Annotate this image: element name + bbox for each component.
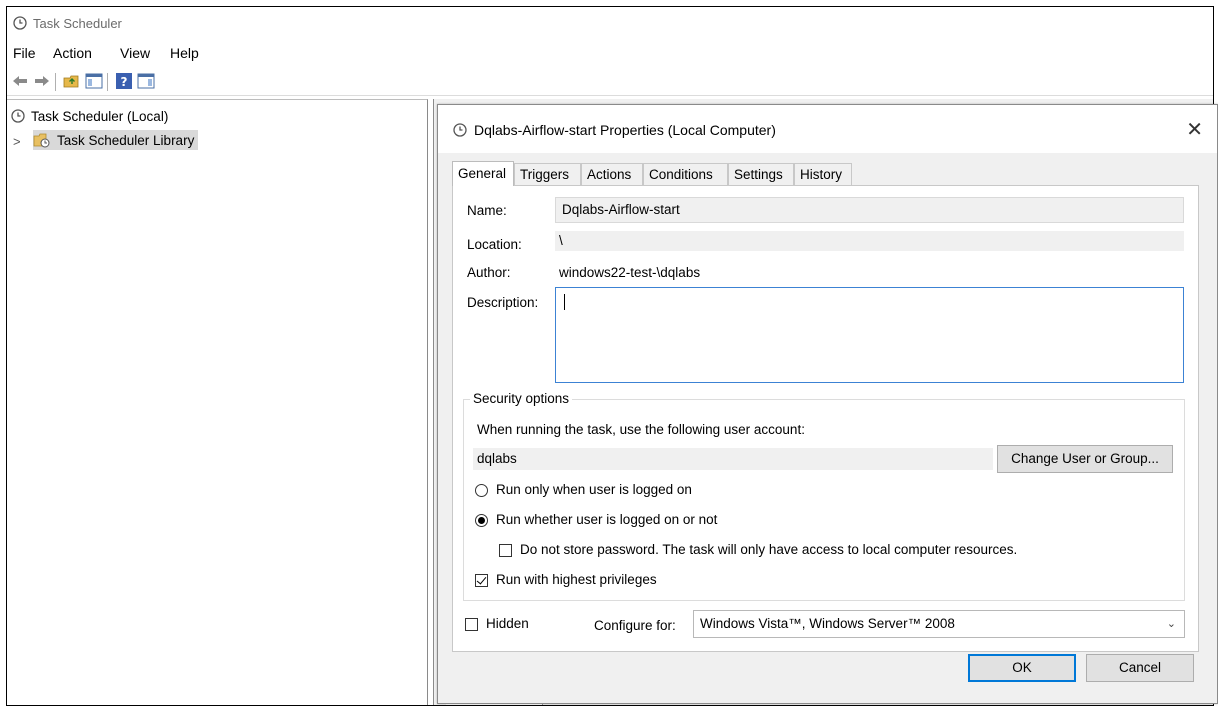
menu-file[interactable]: File bbox=[13, 45, 36, 61]
menu-help[interactable]: Help bbox=[170, 45, 199, 61]
back-arrow-icon[interactable] bbox=[11, 72, 29, 90]
dialog-title: Dqlabs-Airflow-start Properties (Local C… bbox=[474, 122, 776, 138]
chevron-down-icon: ⌄ bbox=[1166, 618, 1176, 630]
location-label: Location: bbox=[467, 237, 522, 252]
folder-clock-icon bbox=[33, 133, 50, 148]
highest-privileges-label[interactable]: Run with highest privileges bbox=[496, 572, 657, 587]
title-bar: Task Scheduler bbox=[7, 7, 1213, 39]
name-label: Name: bbox=[467, 203, 507, 218]
description-input[interactable] bbox=[555, 287, 1184, 383]
expand-chevron-icon[interactable]: > bbox=[13, 134, 21, 149]
folder-up-icon[interactable] bbox=[63, 72, 81, 90]
check-mark-icon bbox=[476, 574, 487, 585]
tab-conditions[interactable]: Conditions bbox=[643, 163, 728, 185]
clock-icon bbox=[453, 123, 467, 137]
radio-selected-dot bbox=[478, 517, 485, 524]
window-title: Task Scheduler bbox=[33, 16, 122, 31]
tree-item-library[interactable]: Task Scheduler Library bbox=[33, 130, 199, 150]
svg-text:?: ? bbox=[121, 75, 128, 89]
text-caret bbox=[564, 294, 565, 310]
clock-icon bbox=[13, 16, 27, 30]
help-icon[interactable]: ? bbox=[115, 72, 133, 90]
configure-for-label: Configure for: bbox=[594, 618, 676, 633]
tab-history[interactable]: History bbox=[794, 163, 852, 185]
tree-item-label: Task Scheduler (Local) bbox=[31, 108, 169, 124]
menu-view[interactable]: View bbox=[120, 45, 150, 61]
radio-whether-logged-on-label[interactable]: Run whether user is logged on or not bbox=[496, 512, 717, 527]
show-hide-console-tree-icon[interactable] bbox=[85, 72, 103, 90]
properties-dialog: Dqlabs-Airflow-start Properties (Local C… bbox=[437, 104, 1218, 704]
menu-bar: File Action View Help bbox=[7, 43, 1213, 65]
name-field[interactable]: Dqlabs-Airflow-start bbox=[555, 197, 1184, 223]
toolbar-separator bbox=[55, 73, 56, 91]
hidden-checkbox[interactable] bbox=[465, 618, 478, 631]
location-value: \ bbox=[555, 231, 1184, 251]
tab-settings[interactable]: Settings bbox=[728, 163, 794, 185]
close-icon[interactable]: ✕ bbox=[1186, 117, 1203, 142]
tree-item-local[interactable]: Task Scheduler (Local) bbox=[11, 106, 168, 126]
account-prompt: When running the task, use the following… bbox=[477, 422, 805, 437]
radio-whether-logged-on[interactable] bbox=[475, 514, 488, 527]
toolbar: ? bbox=[7, 69, 1213, 96]
cancel-button[interactable]: Cancel bbox=[1086, 654, 1194, 682]
configure-for-select[interactable]: Windows Vista™, Windows Server™ 2008 ⌄ bbox=[693, 610, 1185, 638]
menu-action[interactable]: Action bbox=[53, 45, 92, 61]
author-value: windows22-test-\dqlabs bbox=[559, 265, 701, 280]
tab-general[interactable]: General bbox=[452, 161, 514, 186]
author-label: Author: bbox=[467, 265, 511, 280]
radio-logged-on-label[interactable]: Run only when user is logged on bbox=[496, 482, 692, 497]
hidden-label[interactable]: Hidden bbox=[486, 616, 529, 631]
radio-logged-on[interactable] bbox=[475, 484, 488, 497]
tree-item-label: Task Scheduler Library bbox=[57, 132, 195, 148]
security-options-title: Security options bbox=[470, 391, 573, 406]
description-label: Description: bbox=[467, 295, 539, 310]
toolbar-separator bbox=[107, 73, 108, 91]
do-not-store-password-label[interactable]: Do not store password. The task will onl… bbox=[520, 542, 1017, 557]
change-user-button[interactable]: Change User or Group... bbox=[997, 445, 1173, 473]
clock-icon bbox=[11, 109, 25, 123]
dialog-title-bar: Dqlabs-Airflow-start Properties (Local C… bbox=[438, 105, 1217, 153]
console-tree: Task Scheduler (Local) > Task Scheduler … bbox=[7, 99, 428, 705]
show-hide-action-pane-icon[interactable] bbox=[137, 72, 155, 90]
tab-actions[interactable]: Actions bbox=[581, 163, 643, 185]
general-tab-page: Name: Dqlabs-Airflow-start Location: \ A… bbox=[452, 185, 1199, 652]
ok-button[interactable]: OK bbox=[968, 654, 1076, 682]
highest-privileges-checkbox[interactable] bbox=[475, 574, 488, 587]
user-account-field: dqlabs bbox=[473, 448, 993, 470]
do-not-store-password-checkbox[interactable] bbox=[499, 544, 512, 557]
tab-triggers[interactable]: Triggers bbox=[514, 163, 581, 185]
forward-arrow-icon[interactable] bbox=[33, 72, 51, 90]
configure-for-value: Windows Vista™, Windows Server™ 2008 bbox=[700, 616, 955, 631]
